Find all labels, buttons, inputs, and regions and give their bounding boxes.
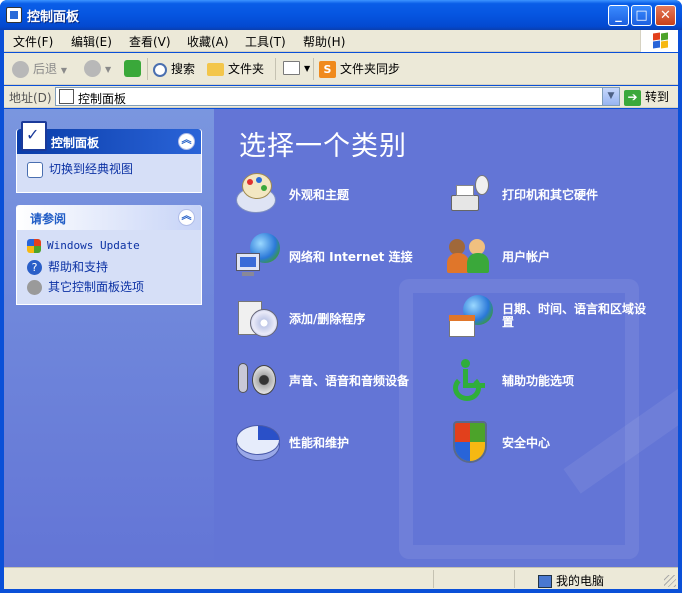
back-arrow-icon [12,61,29,78]
views-icon [283,60,300,75]
category-network[interactable]: 网络和 Internet 连接 [234,233,434,281]
window-title: 控制面板 [27,10,80,25]
menu-bar: 文件(F) 编辑(E) 查看(V) 收藏(A) 工具(T) 帮助(H) [4,30,678,52]
category-performance[interactable]: 性能和维护 [234,419,434,467]
toolbar-separator [275,58,276,80]
folder-icon [207,63,224,76]
windows-logo [640,30,678,52]
address-bar: 地址(D) 控制面板 ▼ ➔ 转到 [4,86,678,108]
close-button[interactable]: ✕ [655,5,676,26]
folders-button[interactable]: 文件夹 [207,60,264,77]
other-options-link[interactable]: 其它控制面板选项 [27,278,144,295]
network-icon [234,233,280,279]
windows-update-link[interactable]: Windows Update [27,238,140,253]
toolbar: 后退 ▼ ▼ 搜索 文件夹 ▼ S 文件夹同步 [4,53,678,85]
address-dropdown-icon[interactable]: ▼ [602,88,619,105]
help-icon: ? [27,260,42,275]
maximize-button[interactable]: □ [631,5,652,26]
folder-sync-button[interactable]: S 文件夹同步 [319,60,400,78]
search-icon [153,62,167,77]
windows-update-icon [27,238,41,253]
see-also-title: 请参阅 [30,212,67,226]
page-heading: 选择一个类别 [239,131,407,162]
category-label: 性能和维护 [289,436,350,450]
sound-icon [234,357,280,403]
status-separator [433,570,434,588]
forward-button[interactable]: ▼ [84,60,111,77]
go-arrow-icon: ➔ [624,89,641,106]
category-sound[interactable]: 声音、语音和音频设备 [234,357,434,405]
add-remove-icon [234,295,280,341]
content-area: 选择一个类别 外观和主题 打印机和其它硬件 网络和 Internet 连接 用户… [214,109,678,567]
category-label: 添加/删除程序 [289,312,366,326]
forward-arrow-icon [84,60,101,77]
menu-tools[interactable]: 工具(T) [245,33,286,50]
toolbar-separator [147,58,148,80]
category-label: 辅助功能选项 [502,374,575,388]
sync-s-icon: S [319,61,336,78]
up-folder-icon [124,60,141,77]
category-label: 日期、时间、语言和区域设置 [502,302,647,329]
control-panel-check-icon [21,121,47,151]
menu-file[interactable]: 文件(F) [13,33,53,50]
address-value: 控制面板 [78,92,127,106]
menu-edit[interactable]: 编辑(E) [71,33,112,50]
up-button[interactable] [124,60,145,77]
resize-grip[interactable] [664,575,676,587]
classic-view-icon [27,161,43,178]
gear-icon [27,280,42,295]
menu-view[interactable]: 查看(V) [129,33,171,50]
my-computer-icon [538,575,552,588]
explorer-window: 控制面板 _ □ ✕ 文件(F) 编辑(E) 查看(V) 收藏(A) 工具(T)… [0,0,682,593]
see-also-box: 请参阅 ︽ Windows Update ? 帮助和支持 其它控制面板选项 [16,205,202,305]
category-label: 打印机和其它硬件 [502,188,599,202]
category-label: 用户帐户 [502,250,551,264]
collapse-chevron-icon[interactable]: ︽ [178,209,195,226]
status-bar: 我的电脑 [4,567,678,589]
back-button[interactable]: 后退 ▼ [12,60,67,78]
control-panel-box-title: 控制面板 [51,136,100,150]
control-panel-icon [6,7,22,23]
datetime-icon [447,295,493,341]
category-label: 网络和 Internet 连接 [289,250,413,264]
category-label: 外观和主题 [289,188,350,202]
control-panel-small-icon [59,89,74,104]
category-add-remove-programs[interactable]: 添加/删除程序 [234,295,434,343]
menu-help[interactable]: 帮助(H) [303,33,345,50]
go-button[interactable]: ➔ 转到 [624,88,669,106]
category-security-center[interactable]: 安全中心 [447,419,667,467]
accessibility-icon [447,357,493,403]
category-user-accounts[interactable]: 用户帐户 [447,233,667,281]
security-shield-icon [447,419,493,465]
help-support-link[interactable]: ? 帮助和支持 [27,258,108,275]
address-label: 地址(D) [9,91,52,105]
category-appearance[interactable]: 外观和主题 [234,171,434,219]
status-separator [514,570,515,588]
status-zone: 我的电脑 [538,572,604,589]
control-panel-box-header[interactable]: 控制面板 ︽ [17,121,201,154]
see-also-box-header[interactable]: 请参阅 ︽ [17,205,201,230]
printer-icon [447,171,493,217]
category-accessibility[interactable]: 辅助功能选项 [447,357,667,405]
title-bar[interactable]: 控制面板 _ □ ✕ [0,0,682,30]
toolbar-separator [313,58,314,80]
search-button[interactable]: 搜索 [153,60,195,77]
category-date-time-language[interactable]: 日期、时间、语言和区域设置 [447,295,672,343]
performance-icon [234,419,280,465]
menu-favorites[interactable]: 收藏(A) [187,33,229,50]
category-label: 安全中心 [502,436,551,450]
collapse-chevron-icon[interactable]: ︽ [178,133,195,150]
category-label: 声音、语音和音频设备 [289,374,410,388]
address-input[interactable]: 控制面板 ▼ [55,87,620,106]
task-pane: 控制面板 ︽ 切换到经典视图 请参阅 ︽ Windows Update ?帮助和… [4,109,214,567]
category-printers[interactable]: 打印机和其它硬件 [447,171,667,219]
users-icon [447,233,493,279]
switch-classic-view-link[interactable]: 切换到经典视图 [27,160,133,178]
appearance-icon [234,171,280,217]
windows-flag-icon [653,32,669,49]
minimize-button[interactable]: _ [608,5,629,26]
control-panel-box: 控制面板 ︽ 切换到经典视图 [16,121,202,193]
views-button[interactable]: ▼ [283,60,310,75]
